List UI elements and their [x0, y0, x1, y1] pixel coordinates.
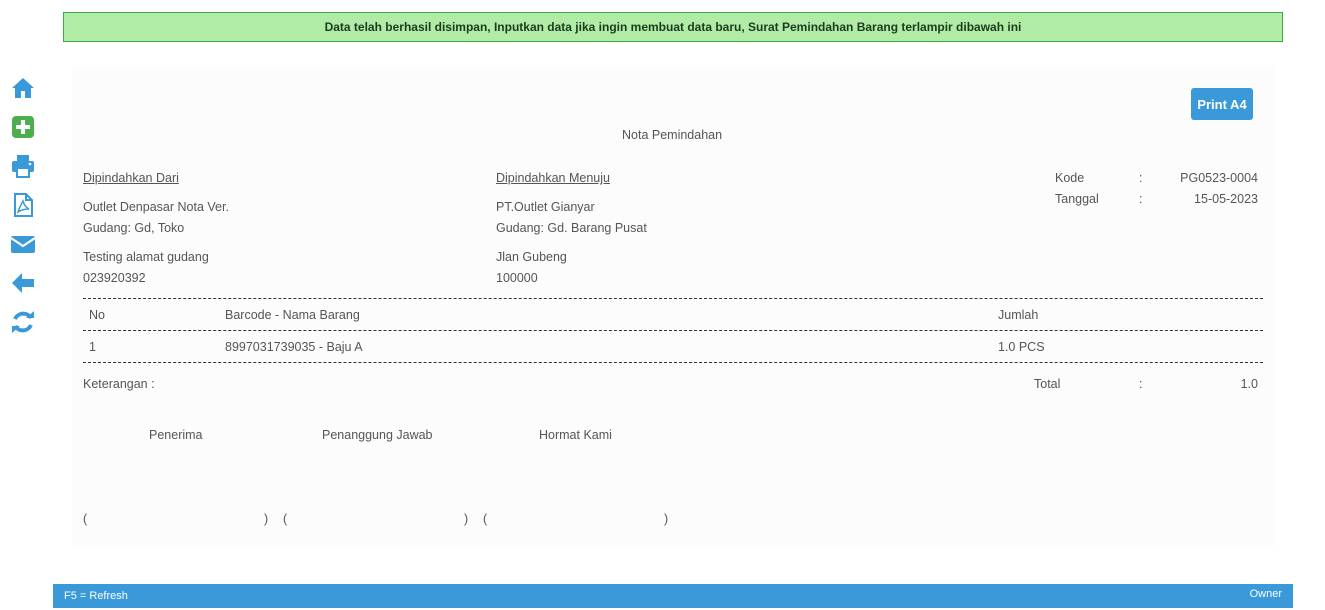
home-icon[interactable]	[9, 75, 37, 103]
from-name: Outlet Denpasar Nota Ver.	[83, 200, 229, 214]
from-phone: 023920392	[83, 271, 146, 285]
table-header-divider	[83, 330, 1263, 331]
row-no: 1	[89, 340, 96, 354]
sign-paren-open-1: (	[83, 512, 88, 526]
total-value: 1.0	[1240, 377, 1258, 391]
add-icon[interactable]	[9, 114, 37, 142]
total-sep: :	[1139, 377, 1143, 391]
nota-title: Nota Pemindahan	[622, 128, 723, 142]
to-gudang: Gudang: Gd. Barang Pusat	[496, 221, 647, 235]
kode-label: Kode	[1055, 171, 1085, 185]
table-bottom-divider	[83, 362, 1263, 363]
sign-paren-open-3: (	[483, 512, 488, 526]
back-icon[interactable]	[9, 270, 37, 298]
kode-value: PG0523-0004	[1180, 171, 1258, 185]
sign-paren-close-1: )	[264, 512, 269, 526]
sign-hormat-kami: Hormat Kami	[539, 428, 612, 442]
footer-user-role: Owner	[1249, 588, 1282, 600]
col-header-no: No	[89, 308, 105, 322]
refresh-icon[interactable]	[9, 309, 37, 337]
kode-sep: :	[1139, 171, 1143, 185]
to-name: PT.Outlet Gianyar	[496, 200, 595, 214]
success-alert: Data telah berhasil disimpan, Inputkan d…	[63, 12, 1283, 42]
table-top-divider	[83, 298, 1263, 299]
to-phone: 100000	[496, 271, 538, 285]
from-alamat: Testing alamat gudang	[83, 250, 209, 264]
print-a4-button[interactable]: Print A4	[1191, 88, 1253, 120]
tanggal-sep: :	[1139, 192, 1143, 206]
col-header-barang: Barcode - Nama Barang	[225, 308, 360, 322]
to-alamat: Jlan Gubeng	[496, 250, 567, 264]
sidebar	[9, 74, 37, 348]
sign-paren-open-2: (	[283, 512, 288, 526]
pdf-icon[interactable]	[9, 192, 37, 220]
footer-refresh-hint: F5 = Refresh	[64, 590, 128, 602]
print-icon[interactable]	[9, 153, 37, 181]
email-icon[interactable]	[9, 231, 37, 259]
keterangan-label: Keterangan :	[83, 377, 155, 391]
footer-bar: F5 = Refresh Owner	[53, 584, 1293, 608]
total-label: Total	[1034, 377, 1061, 391]
row-jumlah: 1.0 PCS	[998, 340, 1045, 354]
sign-paren-close-2: )	[464, 512, 469, 526]
row-barang: 8997031739035 - Baju A	[225, 340, 363, 354]
sign-penerima: Penerima	[149, 428, 203, 442]
alert-message: Data telah berhasil disimpan, Inputkan d…	[324, 20, 1022, 34]
tanggal-label: Tanggal	[1055, 192, 1099, 206]
from-heading: Dipindahkan Dari	[83, 171, 179, 185]
to-heading: Dipindahkan Menuju	[496, 171, 610, 185]
tanggal-value: 15-05-2023	[1194, 192, 1258, 206]
col-header-jumlah: Jumlah	[998, 308, 1039, 322]
sign-paren-close-3: )	[664, 512, 669, 526]
from-gudang: Gudang: Gd, Toko	[83, 221, 185, 235]
sign-penanggung-jawab: Penanggung Jawab	[322, 428, 433, 442]
